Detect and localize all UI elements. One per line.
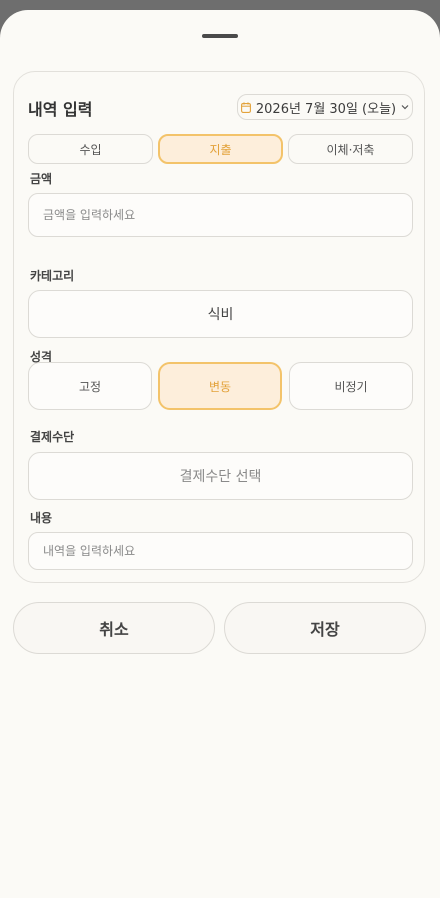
- nature-variable-option[interactable]: 변동: [158, 362, 282, 410]
- memo-label: 내용: [30, 511, 53, 525]
- payment-method-select[interactable]: 결제수단 선택: [28, 452, 413, 500]
- category-label: 카테고리: [30, 269, 75, 283]
- date-label: 2026년 7월 30일 (오늘): [255, 101, 397, 117]
- action-buttons: 취소 저장: [13, 602, 427, 654]
- payment-label: 결제수단: [30, 430, 75, 444]
- bottom-sheet: 내역 입력 2026년 7월 30일 (오늘) 수입 지출 이체·저축 금액 금…: [0, 10, 440, 898]
- form-title: 내역 입력: [28, 100, 93, 119]
- save-button[interactable]: 저장: [224, 602, 426, 654]
- type-expense-tab[interactable]: 지출: [158, 134, 283, 164]
- transaction-type-selector: 수입 지출 이체·저축: [28, 134, 413, 164]
- amount-label: 금액: [30, 172, 53, 186]
- entry-form-card: 내역 입력 2026년 7월 30일 (오늘) 수입 지출 이체·저축 금액 금…: [13, 71, 425, 583]
- type-income-tab[interactable]: 수입: [28, 134, 153, 164]
- date-picker-button[interactable]: 2026년 7월 30일 (오늘): [237, 94, 413, 120]
- nature-selector: 고정 변동 비정기: [28, 362, 413, 410]
- payment-placeholder: 결제수단 선택: [179, 469, 262, 485]
- sheet-drag-handle[interactable]: [202, 34, 238, 38]
- calendar-icon: [240, 101, 251, 113]
- chevron-down-icon: [401, 104, 409, 110]
- category-value: 식비: [207, 307, 234, 323]
- cancel-button[interactable]: 취소: [13, 602, 215, 654]
- nature-irregular-option[interactable]: 비정기: [289, 362, 413, 410]
- category-select[interactable]: 식비: [28, 290, 413, 338]
- nature-fixed-option[interactable]: 고정: [28, 362, 152, 410]
- type-transfer-tab[interactable]: 이체·저축: [288, 134, 413, 164]
- memo-input[interactable]: [28, 532, 413, 570]
- amount-input[interactable]: [28, 193, 413, 237]
